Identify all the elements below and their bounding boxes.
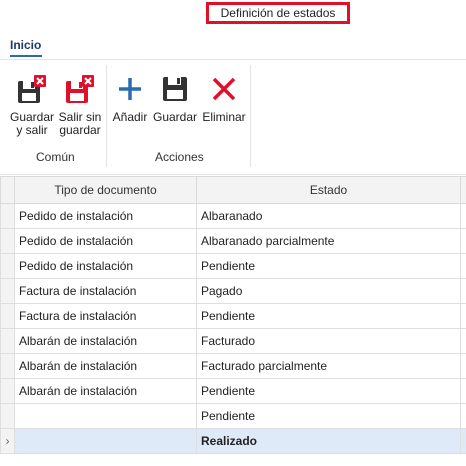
cell-filler: [460, 203, 466, 229]
table-row[interactable]: Albarán de instalación Pendiente: [0, 378, 466, 404]
cell-filler: [460, 428, 466, 454]
row-indicator[interactable]: [0, 203, 15, 229]
cell-tipo[interactable]: [14, 403, 197, 429]
cell-estado[interactable]: Albaranado parcialmente: [196, 228, 461, 254]
save-and-exit-button[interactable]: Guardar y salir: [6, 59, 58, 137]
row-indicator-arrow-icon[interactable]: ›: [0, 428, 15, 454]
table-row[interactable]: Albarán de instalación Facturado: [0, 328, 466, 354]
cell-tipo[interactable]: Albarán de instalación: [14, 378, 197, 404]
cell-estado[interactable]: Pagado: [196, 278, 461, 304]
cell-estado[interactable]: Facturado: [196, 328, 461, 354]
title-bar: Definición de estados: [0, 0, 466, 34]
cell-estado[interactable]: Pendiente: [196, 378, 461, 404]
add-icon: [114, 73, 146, 105]
table-row[interactable]: Factura de instalación Pagado: [0, 278, 466, 304]
exit-without-saving-button[interactable]: Salir sin guardar: [56, 59, 104, 137]
tab-inicio[interactable]: Inicio: [10, 38, 41, 52]
cell-estado[interactable]: Pendiente: [196, 253, 461, 279]
cell-filler: [460, 353, 466, 379]
table-row[interactable]: Pedido de instalación Pendiente: [0, 253, 466, 279]
cell-filler: [460, 303, 466, 329]
save-icon: [159, 73, 191, 105]
cell-estado[interactable]: Pendiente: [196, 303, 461, 329]
cell-estado[interactable]: Facturado parcialmente: [196, 353, 461, 379]
cell-tipo[interactable]: Pedido de instalación: [14, 253, 197, 279]
row-indicator-header: [0, 176, 15, 204]
cell-filler: [460, 278, 466, 304]
table-row[interactable]: Pendiente: [0, 403, 466, 429]
add-button[interactable]: Añadir: [110, 59, 150, 124]
row-indicator[interactable]: [0, 328, 15, 354]
cell-tipo[interactable]: Albarán de instalación: [14, 328, 197, 354]
delete-button[interactable]: Eliminar: [200, 59, 248, 124]
table-row-selected[interactable]: › Realizado: [0, 428, 466, 454]
delete-label: Eliminar: [202, 110, 246, 124]
group-acciones-label: Acciones: [155, 150, 204, 164]
row-indicator[interactable]: [0, 353, 15, 379]
states-grid: Tipo de documento Estado Pedido de insta…: [0, 176, 466, 454]
save-and-exit-label: Guardar y salir: [9, 110, 55, 137]
group-separator: [106, 65, 107, 167]
exit-without-saving-label: Salir sin guardar: [58, 110, 102, 137]
column-header-tipo[interactable]: Tipo de documento: [14, 176, 197, 204]
cell-tipo[interactable]: Factura de instalación: [14, 278, 197, 304]
cell-filler: [460, 403, 466, 429]
window-title: Definición de estados: [206, 2, 350, 24]
cell-filler: [460, 228, 466, 254]
table-row[interactable]: Pedido de instalación Albaranado parcial…: [0, 228, 466, 254]
cell-estado[interactable]: Pendiente: [196, 403, 461, 429]
cell-tipo[interactable]: Pedido de instalación: [14, 203, 197, 229]
row-indicator[interactable]: [0, 278, 15, 304]
cell-filler: [460, 378, 466, 404]
table-row[interactable]: Albarán de instalación Facturado parcial…: [0, 353, 466, 379]
save-close-icon: [16, 73, 48, 105]
row-indicator[interactable]: [0, 228, 15, 254]
group-separator: [250, 65, 251, 167]
cell-tipo[interactable]: Factura de instalación: [14, 303, 197, 329]
cell-tipo[interactable]: Pedido de instalación: [14, 228, 197, 254]
row-indicator[interactable]: [0, 378, 15, 404]
cell-tipo[interactable]: [14, 428, 197, 454]
cell-estado[interactable]: Realizado: [196, 428, 461, 454]
cell-tipo[interactable]: Albarán de instalación: [14, 353, 197, 379]
exit-no-save-icon: [64, 73, 96, 105]
tab-underline: [10, 55, 42, 57]
save-button[interactable]: Guardar: [152, 59, 198, 124]
column-header-estado[interactable]: Estado: [196, 176, 461, 204]
group-comun-label: Común: [36, 150, 75, 164]
row-indicator[interactable]: [0, 303, 15, 329]
cell-filler: [460, 253, 466, 279]
cell-filler: [460, 328, 466, 354]
add-label: Añadir: [112, 110, 148, 124]
delete-icon: [208, 73, 240, 105]
table-row[interactable]: Pedido de instalación Albaranado: [0, 203, 466, 229]
save-label: Guardar: [152, 110, 198, 124]
column-header-filler: [460, 176, 466, 204]
row-indicator[interactable]: [0, 403, 15, 429]
cell-estado[interactable]: Albaranado: [196, 203, 461, 229]
table-row[interactable]: Factura de instalación Pendiente: [0, 303, 466, 329]
row-indicator[interactable]: [0, 253, 15, 279]
